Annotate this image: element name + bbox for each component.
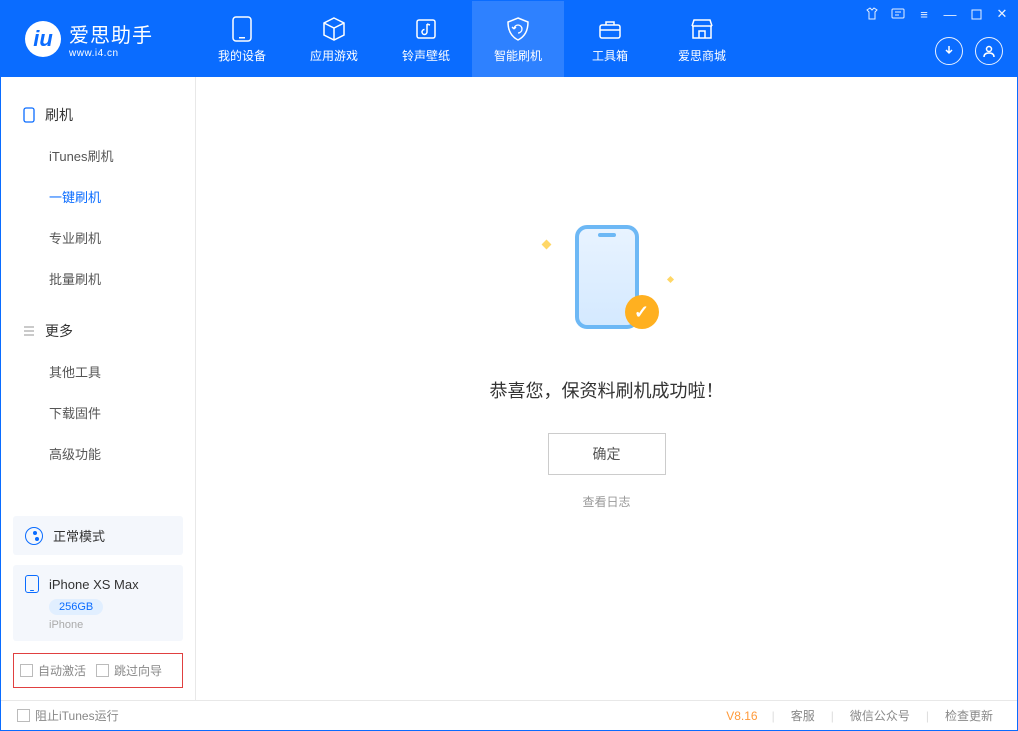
mode-box[interactable]: 正常模式	[13, 516, 183, 555]
music-note-icon	[412, 15, 440, 43]
checkmark-badge-icon: ✓	[625, 295, 659, 329]
device-capacity: 256GB	[49, 599, 103, 615]
nav-item-other-tools[interactable]: 其他工具	[1, 351, 195, 392]
success-illustration: ✓	[537, 207, 677, 347]
checkbox-label: 自动激活	[38, 662, 86, 679]
nav-item-download-firmware[interactable]: 下载固件	[1, 392, 195, 433]
tab-label: 铃声壁纸	[402, 47, 450, 64]
phone-icon	[25, 575, 39, 593]
feedback-icon[interactable]	[889, 5, 907, 23]
nav-item-advanced[interactable]: 高级功能	[1, 433, 195, 474]
nav-item-batch-flash[interactable]: 批量刷机	[1, 258, 195, 299]
minimize-button[interactable]: —	[941, 5, 959, 23]
tab-apps-games[interactable]: 应用游戏	[288, 1, 380, 77]
checkbox-label: 跳过向导	[114, 662, 162, 679]
checkbox-skip-guide[interactable]: 跳过向导	[96, 662, 162, 679]
checkbox-auto-activate[interactable]: 自动激活	[20, 662, 86, 679]
device-icon	[228, 15, 256, 43]
version-label: V8.16	[726, 709, 757, 723]
nav-item-oneclick-flash[interactable]: 一键刷机	[1, 176, 195, 217]
checkbox-box	[17, 709, 30, 722]
app-subtitle: www.i4.cn	[69, 48, 153, 59]
device-panel: 正常模式 iPhone XS Max 256GB iPhone	[1, 506, 195, 641]
footer-link-support[interactable]: 客服	[783, 707, 823, 724]
tab-store[interactable]: 爱思商城	[656, 1, 748, 77]
nav-section-header-more[interactable]: 更多	[1, 311, 195, 351]
tshirt-icon[interactable]	[863, 5, 881, 23]
device-row: iPhone XS Max	[25, 575, 171, 593]
mode-icon	[25, 527, 43, 545]
tab-label: 爱思商城	[678, 47, 726, 64]
sparkle-icon	[541, 240, 551, 250]
list-icon	[21, 323, 37, 339]
checkbox-box	[20, 664, 33, 677]
section-title: 刷机	[45, 105, 73, 125]
phone-outline-icon	[21, 107, 37, 123]
sidebar-nav: 刷机 iTunes刷机 一键刷机 专业刷机 批量刷机 更多 其他工具 下载固件 …	[1, 77, 195, 506]
tab-label: 工具箱	[592, 47, 628, 64]
footer-link-update[interactable]: 检查更新	[937, 707, 1001, 724]
separator: |	[926, 709, 929, 723]
view-log-link[interactable]: 查看日志	[582, 493, 630, 510]
logo-text: 爱思助手 www.i4.cn	[69, 19, 153, 59]
tab-my-device[interactable]: 我的设备	[196, 1, 288, 77]
checkbox-box	[96, 664, 109, 677]
sidebar: 刷机 iTunes刷机 一键刷机 专业刷机 批量刷机 更多 其他工具 下载固件 …	[1, 77, 196, 700]
app-logo-icon: iu	[25, 21, 61, 57]
toolbox-icon	[596, 15, 624, 43]
menu-icon[interactable]: ≡	[915, 5, 933, 23]
store-icon	[688, 15, 716, 43]
close-button[interactable]: ✕	[993, 5, 1011, 23]
checkbox-label: 阻止iTunes运行	[35, 707, 119, 724]
success-message: 恭喜您，保资料刷机成功啦！	[490, 377, 724, 403]
nav-section-flash: 刷机 iTunes刷机 一键刷机 专业刷机 批量刷机	[1, 89, 195, 305]
download-button[interactable]	[935, 37, 963, 65]
nav-section-header-flash[interactable]: 刷机	[1, 95, 195, 135]
device-type: iPhone	[49, 619, 171, 631]
footer-link-wechat[interactable]: 微信公众号	[842, 707, 918, 724]
checkbox-row-highlighted: 自动激活 跳过向导	[13, 653, 183, 688]
tab-label: 我的设备	[218, 47, 266, 64]
account-button[interactable]	[975, 37, 1003, 65]
mode-text: 正常模式	[53, 526, 105, 545]
checkbox-block-itunes[interactable]: 阻止iTunes运行	[17, 707, 119, 724]
header-actions	[935, 37, 1003, 65]
footer-right: V8.16 | 客服 | 微信公众号 | 检查更新	[726, 707, 1001, 724]
app-header: iu 爱思助手 www.i4.cn 我的设备 应用游戏 铃声壁纸	[1, 1, 1017, 77]
tab-smart-flash[interactable]: 智能刷机	[472, 1, 564, 77]
device-box[interactable]: iPhone XS Max 256GB iPhone	[13, 565, 183, 641]
sparkle-icon	[666, 276, 673, 283]
tab-ringtones-wallpapers[interactable]: 铃声壁纸	[380, 1, 472, 77]
status-bar: 阻止iTunes运行 V8.16 | 客服 | 微信公众号 | 检查更新	[1, 700, 1017, 730]
window-controls: ≡ — ✕	[863, 5, 1011, 23]
app-title: 爱思助手	[69, 19, 153, 48]
main-tabs: 我的设备 应用游戏 铃声壁纸 智能刷机 工具箱	[196, 1, 748, 77]
separator: |	[772, 709, 775, 723]
tab-toolbox[interactable]: 工具箱	[564, 1, 656, 77]
nav-item-itunes-flash[interactable]: iTunes刷机	[1, 135, 195, 176]
shield-refresh-icon	[504, 15, 532, 43]
confirm-button[interactable]: 确定	[548, 433, 666, 475]
main-content: ✓ 恭喜您，保资料刷机成功啦！ 确定 查看日志	[196, 77, 1017, 700]
cube-icon	[320, 15, 348, 43]
logo-area: iu 爱思助手 www.i4.cn	[1, 19, 196, 59]
section-title: 更多	[45, 321, 73, 341]
nav-section-more: 更多 其他工具 下载固件 高级功能	[1, 305, 195, 480]
tab-label: 应用游戏	[310, 47, 358, 64]
app-body: 刷机 iTunes刷机 一键刷机 专业刷机 批量刷机 更多 其他工具 下载固件 …	[1, 77, 1017, 700]
maximize-button[interactable]	[967, 5, 985, 23]
nav-item-pro-flash[interactable]: 专业刷机	[1, 217, 195, 258]
separator: |	[831, 709, 834, 723]
device-name: iPhone XS Max	[49, 577, 139, 592]
tab-label: 智能刷机	[494, 47, 542, 64]
